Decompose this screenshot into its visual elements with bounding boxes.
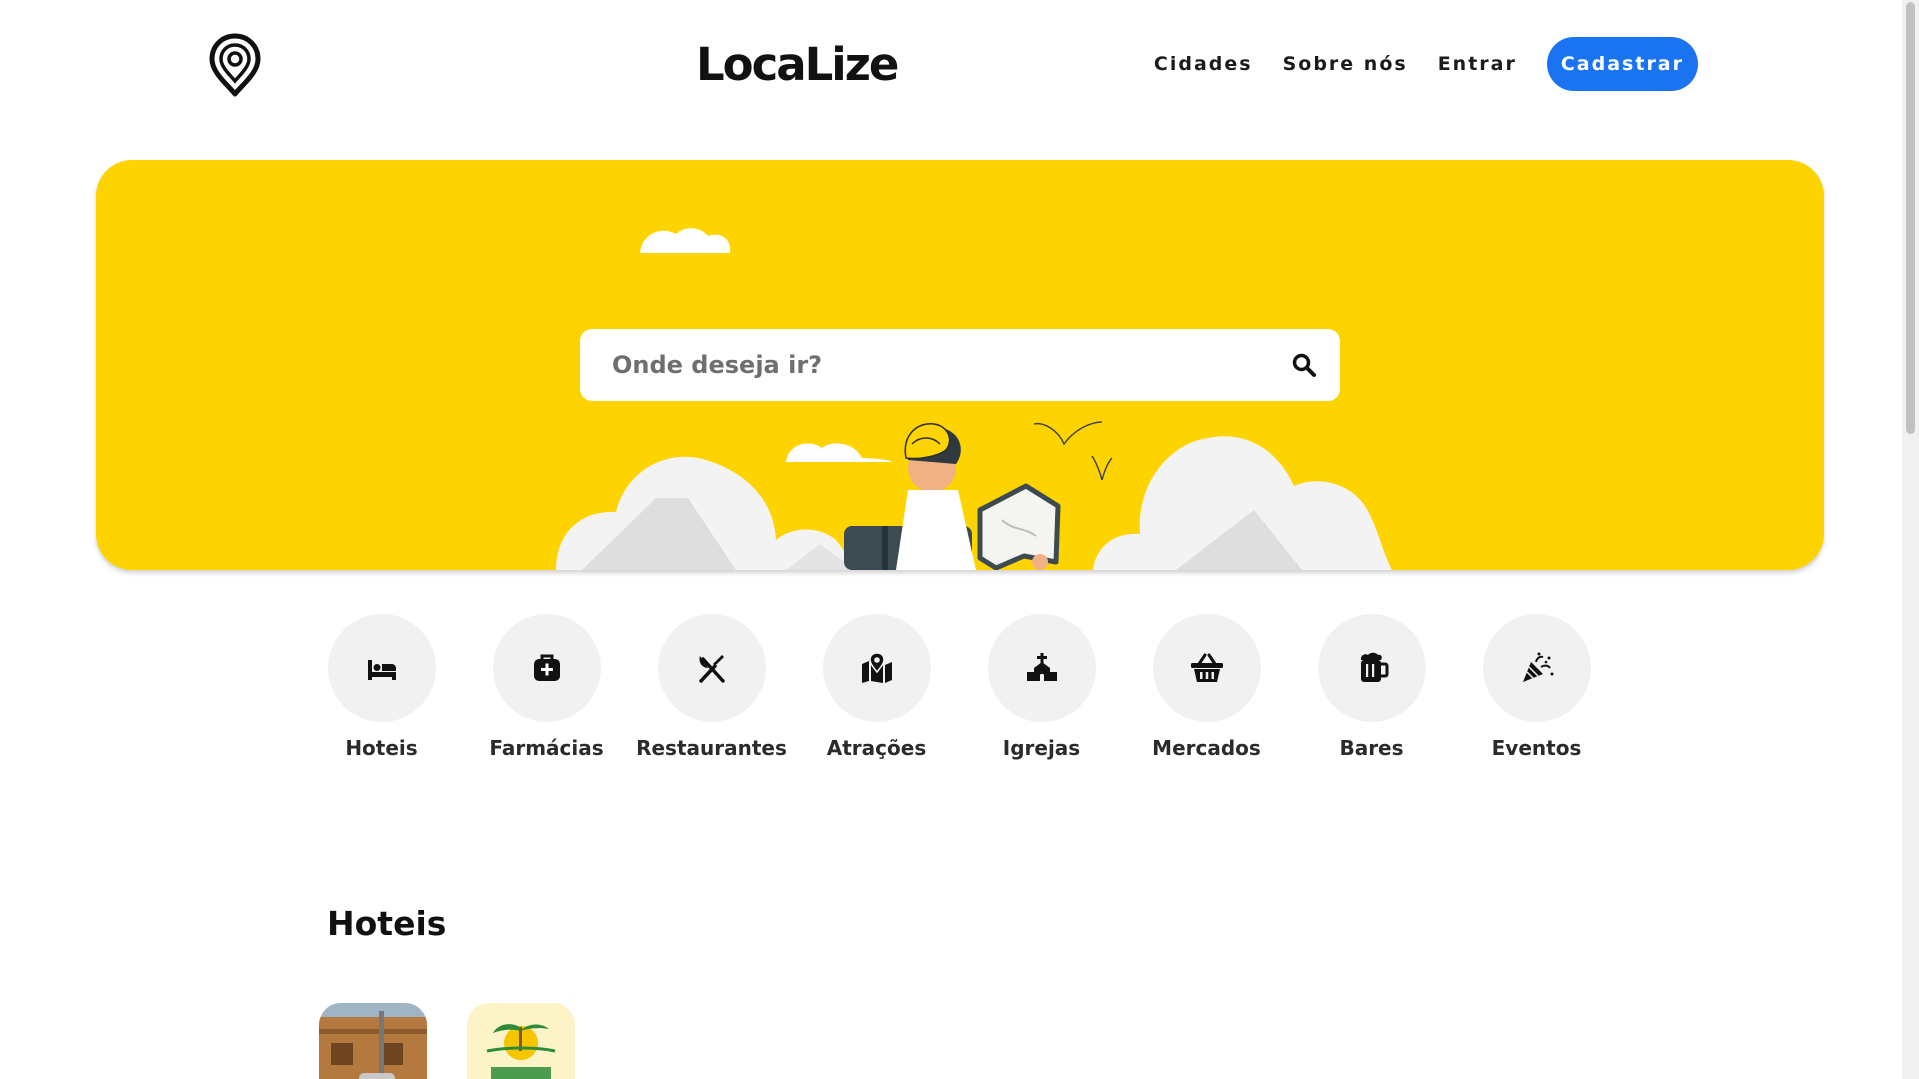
scrollbar-thumb[interactable] xyxy=(1906,2,1915,434)
brand-logo[interactable]: LocaLize xyxy=(696,36,899,92)
brand-name: LocaLize xyxy=(696,37,899,91)
hotel-photo xyxy=(319,1003,427,1079)
beer-mug-icon xyxy=(1360,652,1388,682)
hotels-section-title: Hoteis xyxy=(327,904,447,943)
category-mercados[interactable]: Mercados xyxy=(1124,614,1289,760)
vertical-scrollbar[interactable] xyxy=(1902,0,1919,1079)
hotel-card[interactable] xyxy=(319,1003,427,1079)
search-icon[interactable] xyxy=(1290,351,1318,379)
category-hoteis[interactable]: Hoteis xyxy=(299,614,464,760)
category-bares[interactable]: Bares xyxy=(1289,614,1454,760)
category-restaurantes[interactable]: Restaurantes xyxy=(629,614,794,760)
map-pin-icon xyxy=(861,652,892,683)
category-farmacias[interactable]: Farmácias xyxy=(464,614,629,760)
category-label: Atrações xyxy=(826,736,927,760)
search-box xyxy=(580,329,1340,401)
signup-button[interactable]: Cadastrar xyxy=(1546,37,1698,91)
header: LocaLize Cidades Sobre nós Entrar Cadast… xyxy=(0,0,1902,130)
category-label: Restaurantes xyxy=(636,736,787,760)
category-atracoes[interactable]: Atrações xyxy=(794,614,959,760)
nav-link-entrar[interactable]: Entrar xyxy=(1438,53,1517,75)
category-label: Eventos xyxy=(1491,736,1582,760)
nav-link-sobre-nos[interactable]: Sobre nós xyxy=(1283,53,1408,75)
search-input[interactable] xyxy=(610,334,1290,396)
category-label: Mercados xyxy=(1152,736,1261,760)
category-circle xyxy=(987,614,1096,722)
category-circle xyxy=(492,614,601,722)
hotel-logo-image xyxy=(467,1003,575,1079)
main-nav: Cidades Sobre nós Entrar Cadastrar xyxy=(1154,37,1698,91)
hotel-card-list xyxy=(319,1003,615,1079)
category-circle xyxy=(327,614,436,722)
category-circle xyxy=(822,614,931,722)
bed-icon xyxy=(367,660,396,680)
category-circle xyxy=(657,614,766,722)
hero-banner xyxy=(96,160,1824,570)
category-circle xyxy=(1482,614,1591,722)
category-label: Igrejas xyxy=(1002,736,1081,760)
church-icon xyxy=(1026,653,1057,681)
location-pin-logo-icon[interactable] xyxy=(208,33,262,97)
category-label: Farmácias xyxy=(489,736,604,760)
party-popper-icon xyxy=(1522,652,1553,682)
category-label: Bares xyxy=(1339,736,1404,760)
basket-icon xyxy=(1190,653,1223,682)
category-eventos[interactable]: Eventos xyxy=(1454,614,1619,760)
hotel-card[interactable] xyxy=(467,1003,575,1079)
medkit-icon xyxy=(533,654,560,681)
utensils-icon xyxy=(698,655,725,683)
category-igrejas[interactable]: Igrejas xyxy=(959,614,1124,760)
page: LocaLize Cidades Sobre nós Entrar Cadast… xyxy=(0,0,1902,1079)
category-list: Hoteis Farmácias Restaurantes Atrações I… xyxy=(299,614,1619,760)
nav-link-cidades[interactable]: Cidades xyxy=(1154,53,1253,75)
category-circle xyxy=(1152,614,1261,722)
category-label: Hoteis xyxy=(345,736,418,760)
category-circle xyxy=(1317,614,1426,722)
